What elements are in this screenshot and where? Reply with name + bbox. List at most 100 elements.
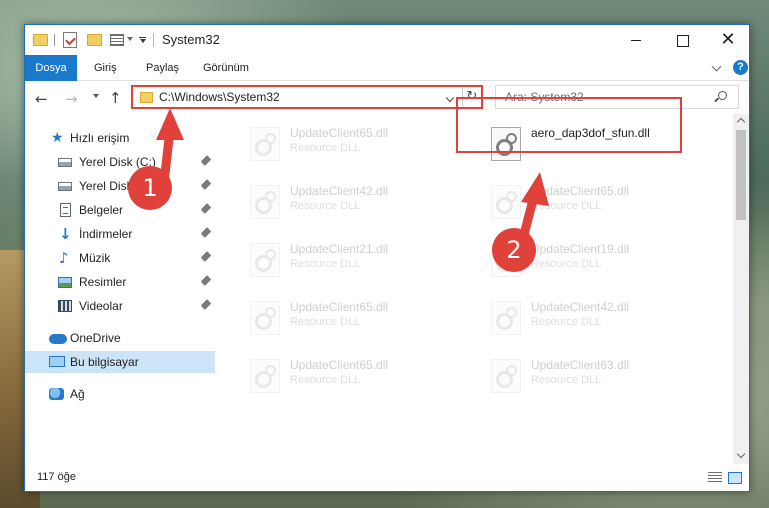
dll-file-icon (250, 301, 280, 335)
new-folder-icon[interactable] (87, 34, 102, 46)
address-path[interactable]: C:\Windows\System32 (159, 90, 280, 104)
sidebar-item-label: Resimler (79, 275, 127, 289)
sidebar-item-downloads[interactable]: ↓ İndirmeler (25, 223, 215, 245)
file-name: UpdateClient42.dll (290, 184, 389, 198)
dll-file-icon (491, 359, 521, 393)
recent-locations-icon[interactable] (93, 94, 99, 98)
picture-icon (58, 277, 72, 288)
divider (54, 34, 55, 46)
back-button[interactable]: ← (35, 90, 48, 108)
list-item[interactable]: UpdateClient65.dll Resource DLL (483, 179, 713, 231)
tab-view[interactable]: Görünüm (192, 55, 260, 81)
sidebar-item-label: Hızlı erişim (70, 131, 130, 145)
sidebar-item-videos[interactable]: Videolar (25, 295, 215, 317)
list-item[interactable]: UpdateClient42.dll Resource DLL (483, 295, 713, 347)
scroll-down-icon[interactable] (736, 449, 746, 459)
file-name: UpdateClient19.dll (531, 242, 630, 256)
list-item[interactable]: UpdateClient65.dll Resource DLL (242, 121, 472, 173)
folder-icon (33, 34, 48, 46)
sidebar-item-this-pc[interactable]: Bu bilgisayar (25, 351, 215, 373)
list-item[interactable]: UpdateClient65.dll Resource DLL (242, 353, 472, 405)
sidebar-item-label: Müzik (79, 251, 111, 265)
up-button[interactable]: ↑ (109, 89, 122, 107)
maximize-button[interactable] (659, 25, 705, 55)
sidebar-item-label: İndirmeler (79, 227, 133, 241)
document-icon (60, 203, 71, 217)
tab-file[interactable]: Dosya (25, 55, 77, 81)
properties-icon[interactable] (63, 32, 77, 48)
file-type: Resource DLL (531, 316, 602, 328)
network-icon (49, 388, 64, 400)
minimize-button[interactable] (613, 25, 659, 55)
help-icon[interactable]: ? (733, 60, 748, 75)
step-2-badge: 2 (492, 228, 536, 272)
file-name: UpdateClient63.dll (531, 358, 630, 372)
scrollbar-thumb[interactable] (736, 130, 746, 220)
expand-ribbon-icon[interactable] (711, 61, 722, 72)
download-icon: ↓ (59, 225, 72, 243)
file-name: UpdateClient65.dll (290, 300, 389, 314)
sidebar-item-music[interactable]: ♪ Müzik (25, 247, 215, 269)
customize-toolbar-icon[interactable] (140, 39, 146, 43)
target-file-highlight (456, 97, 682, 153)
list-item[interactable]: UpdateClient65.dll Resource DLL (242, 295, 472, 347)
file-type: Resource DLL (531, 200, 602, 212)
sidebar-item-pictures[interactable]: Resimler (25, 271, 215, 293)
large-icons-view-icon[interactable] (728, 472, 742, 484)
sidebar-item-local-disk-c[interactable]: Yerel Disk (C:) (25, 151, 215, 173)
sidebar-item-local-disk-d[interactable]: Yerel Disk (D:) (25, 175, 215, 197)
tab-home[interactable]: Giriş (83, 55, 128, 81)
step-1-badge: 1 (128, 166, 172, 210)
tab-share[interactable]: Paylaş (135, 55, 190, 81)
pin-icon (200, 203, 212, 214)
forward-button[interactable]: → (65, 90, 78, 108)
list-item[interactable]: UpdateClient42.dll Resource DLL (242, 179, 472, 231)
file-list: UpdateClient65.dll Resource DLL aero_dap… (225, 115, 733, 465)
navigation-pane: ★ Hızlı erişim Yerel Disk (C:) Yerel Dis… (25, 121, 217, 471)
dll-file-icon (491, 301, 521, 335)
computer-icon (49, 356, 65, 367)
file-type: Resource DLL (290, 374, 361, 386)
scroll-up-icon[interactable] (736, 117, 746, 127)
chevron-down-icon[interactable] (445, 93, 455, 103)
sidebar-item-label: Ağ (70, 387, 85, 401)
sidebar-item-documents[interactable]: Belgeler (25, 199, 215, 221)
sidebar-item-label: Belgeler (79, 203, 124, 217)
divider (153, 33, 154, 47)
video-icon (58, 300, 72, 312)
file-type: Resource DLL (531, 258, 602, 270)
file-explorer-window: System32 ✕ Dosya Giriş Paylaş Görünüm ? … (24, 24, 750, 492)
chevron-down-icon[interactable] (127, 37, 133, 41)
sidebar-item-quick-access[interactable]: ★ Hızlı erişim (25, 127, 215, 149)
details-view-icon[interactable] (708, 472, 722, 484)
sidebar-item-label: Bu bilgisayar (70, 355, 139, 369)
cloud-icon (49, 334, 67, 344)
file-type: Resource DLL (531, 374, 602, 386)
pin-icon (200, 227, 212, 238)
window-title: System32 (162, 32, 220, 47)
title-bar: System32 ✕ (25, 25, 749, 55)
pin-icon (200, 155, 212, 166)
music-icon: ♪ (59, 249, 69, 267)
pin-icon (200, 299, 212, 310)
dll-file-icon (250, 243, 280, 277)
dll-file-icon (250, 359, 280, 393)
view-icon[interactable] (110, 34, 124, 46)
pin-icon (200, 179, 212, 190)
folder-icon (140, 92, 153, 103)
disk-icon (58, 182, 72, 191)
file-name: UpdateClient65.dll (531, 184, 630, 198)
close-button[interactable]: ✕ (705, 25, 751, 55)
file-type: Resource DLL (290, 316, 361, 328)
sidebar-item-onedrive[interactable]: OneDrive (25, 327, 215, 349)
address-bar[interactable]: C:\Windows\System32 ↻ (131, 85, 483, 109)
file-name: UpdateClient21.dll (290, 242, 389, 256)
file-type: Resource DLL (290, 200, 361, 212)
list-item[interactable]: UpdateClient63.dll Resource DLL (483, 353, 713, 405)
search-icon[interactable] (718, 91, 727, 100)
ribbon-tabs: Dosya Giriş Paylaş Görünüm ? (25, 55, 749, 81)
list-item[interactable]: UpdateClient21.dll Resource DLL (242, 237, 472, 289)
vertical-scrollbar[interactable] (733, 114, 749, 464)
sidebar-item-network[interactable]: Ağ (25, 383, 215, 405)
file-type: Resource DLL (290, 258, 361, 270)
